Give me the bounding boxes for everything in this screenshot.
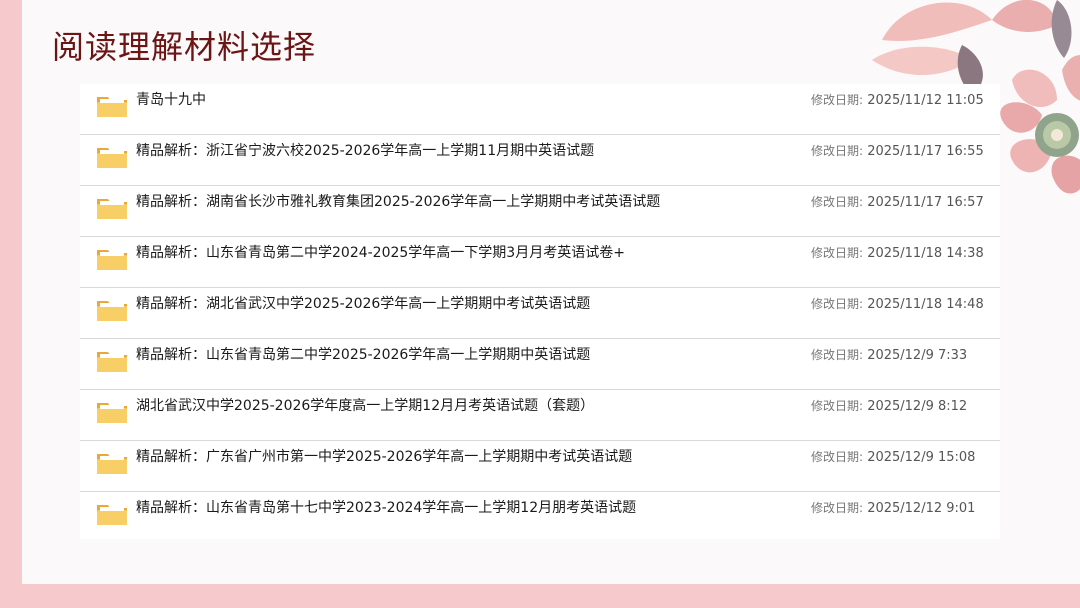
date-label: 修改日期:: [811, 348, 864, 362]
folder-icon: [97, 403, 127, 423]
file-name: 青岛十九中: [136, 92, 206, 108]
file-row[interactable]: 青岛十九中 修改日期: 2025/11/12 11:05: [80, 84, 1000, 135]
folder-icon: [97, 97, 127, 117]
file-row[interactable]: 精品解析：湖北省武汉中学2025-2026学年高一上学期期中考试英语试题 修改日…: [80, 288, 1000, 339]
file-name: 精品解析：湖北省武汉中学2025-2026学年高一上学期期中考试英语试题: [136, 296, 591, 312]
date-label: 修改日期:: [811, 450, 864, 464]
folder-icon: [97, 199, 127, 219]
date-value: 2025/11/17 16:57: [867, 195, 984, 210]
folder-icon: [97, 352, 127, 372]
date-value: 2025/12/9 15:08: [867, 450, 976, 465]
file-row[interactable]: 精品解析：广东省广州市第一中学2025-2026学年高一上学期期中考试英语试题 …: [80, 441, 1000, 492]
folder-icon: [97, 301, 127, 321]
file-name: 精品解析：湖南省长沙市雅礼教育集团2025-2026学年高一上学期期中考试英语试…: [136, 194, 661, 210]
date-value: 2025/12/9 8:12: [867, 399, 968, 414]
modified-date: 修改日期: 2025/11/18 14:38: [811, 244, 984, 261]
date-label: 修改日期:: [811, 501, 864, 515]
date-value: 2025/11/18 14:48: [867, 297, 984, 312]
date-label: 修改日期:: [811, 144, 864, 158]
date-value: 2025/11/18 14:38: [867, 246, 984, 261]
folder-icon: [97, 148, 127, 168]
modified-date: 修改日期: 2025/11/18 14:48: [811, 295, 984, 312]
modified-date: 修改日期: 2025/11/17 16:55: [811, 142, 984, 159]
date-value: 2025/12/9 7:33: [867, 348, 968, 363]
file-name: 精品解析：浙江省宁波六校2025-2026学年高一上学期11月期中英语试题: [136, 143, 595, 159]
file-row[interactable]: 精品解析：山东省青岛第二中学2024-2025学年高一下学期3月月考英语试卷+ …: [80, 237, 1000, 288]
file-list: 青岛十九中 修改日期: 2025/11/12 11:05 精品解析：浙江省宁波六…: [80, 84, 1000, 539]
file-row[interactable]: 精品解析：浙江省宁波六校2025-2026学年高一上学期11月期中英语试题 修改…: [80, 135, 1000, 186]
date-value: 2025/11/12 11:05: [867, 93, 984, 108]
date-label: 修改日期:: [811, 246, 864, 260]
modified-date: 修改日期: 2025/11/17 16:57: [811, 193, 984, 210]
file-row[interactable]: 精品解析：湖南省长沙市雅礼教育集团2025-2026学年高一上学期期中考试英语试…: [80, 186, 1000, 237]
folder-icon: [97, 505, 127, 525]
file-name: 精品解析：山东省青岛第二中学2024-2025学年高一下学期3月月考英语试卷+: [136, 245, 625, 261]
file-row[interactable]: 湖北省武汉中学2025-2026学年度高一上学期12月月考英语试题（套题） 修改…: [80, 390, 1000, 441]
file-row[interactable]: 精品解析：山东省青岛第十七中学2023-2024学年高一上学期12月朋考英语试题…: [80, 492, 1000, 543]
date-label: 修改日期:: [811, 93, 864, 107]
file-name: 湖北省武汉中学2025-2026学年度高一上学期12月月考英语试题（套题）: [136, 398, 595, 414]
date-value: 2025/11/17 16:55: [867, 144, 984, 159]
date-value: 2025/12/12 9:01: [867, 501, 976, 516]
file-row[interactable]: 精品解析：山东省青岛第二中学2025-2026学年高一上学期期中英语试题 修改日…: [80, 339, 1000, 390]
date-label: 修改日期:: [811, 297, 864, 311]
file-name: 精品解析：山东省青岛第十七中学2023-2024学年高一上学期12月朋考英语试题: [136, 500, 637, 516]
modified-date: 修改日期: 2025/12/9 7:33: [811, 346, 967, 363]
folder-icon: [97, 454, 127, 474]
date-label: 修改日期:: [811, 399, 864, 413]
file-name: 精品解析：广东省广州市第一中学2025-2026学年高一上学期期中考试英语试题: [136, 449, 633, 465]
date-label: 修改日期:: [811, 195, 864, 209]
modified-date: 修改日期: 2025/12/9 15:08: [811, 448, 975, 465]
file-name: 精品解析：山东省青岛第二中学2025-2026学年高一上学期期中英语试题: [136, 347, 591, 363]
page-title: 阅读理解材料选择: [52, 28, 317, 66]
slide: 阅读理解材料选择 青岛十九中 修改日期: 2025/11/12 11:05 精品…: [22, 0, 1080, 584]
modified-date: 修改日期: 2025/11/12 11:05: [811, 91, 984, 108]
modified-date: 修改日期: 2025/12/12 9:01: [811, 499, 975, 516]
folder-icon: [97, 250, 127, 270]
modified-date: 修改日期: 2025/12/9 8:12: [811, 397, 967, 414]
